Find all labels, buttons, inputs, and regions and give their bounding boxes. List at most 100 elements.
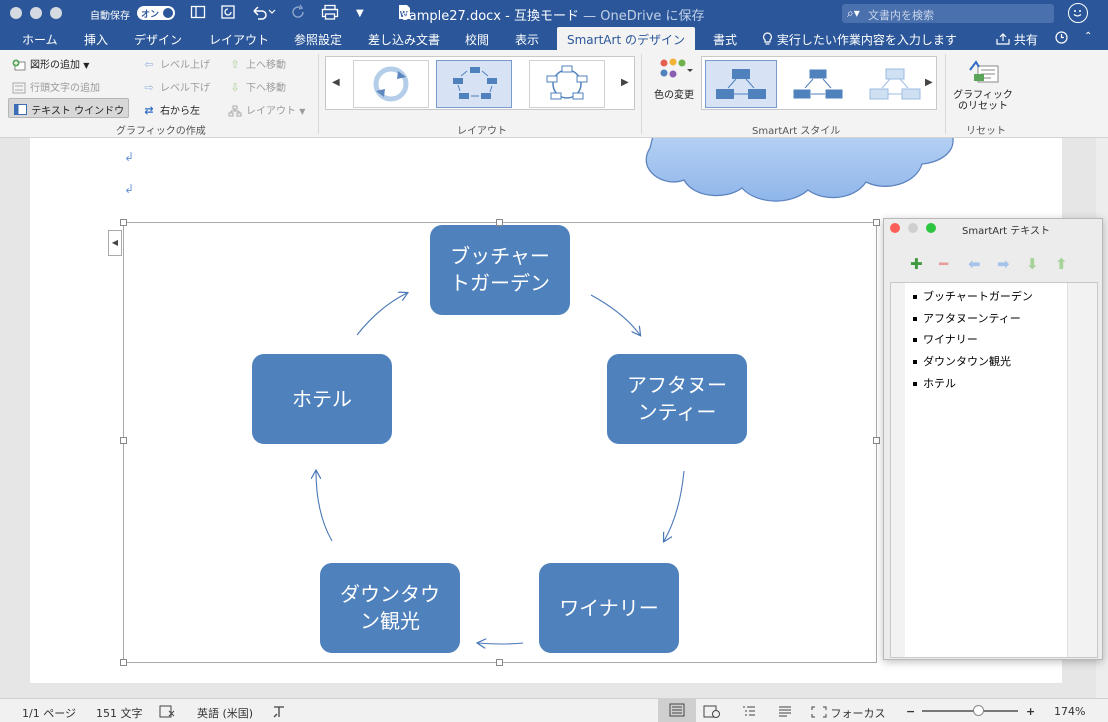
smartart-node-5[interactable]: ホテル <box>252 354 392 444</box>
language[interactable]: 英語 (米国) <box>197 705 253 721</box>
zoom-level[interactable]: 174% <box>1054 705 1085 718</box>
zoom-slider-handle[interactable] <box>973 705 984 716</box>
tell-me-search[interactable]: 実行したい作業内容を入力します <box>762 31 957 48</box>
print-layout-view-selected[interactable] <box>658 699 696 722</box>
smartart-node-3[interactable]: ワイナリー <box>539 563 679 653</box>
resize-handle[interactable] <box>496 659 503 666</box>
tab-layout[interactable]: レイアウト <box>209 31 269 48</box>
list-item[interactable]: ワイナリー <box>913 331 978 347</box>
list-item[interactable]: ブッチャートガーデン <box>913 288 1033 304</box>
style-thumbnail-simple[interactable] <box>705 60 777 108</box>
arrow-right-icon: ⇨ <box>144 81 154 94</box>
style-gallery-next-icon[interactable]: ▶ <box>925 77 933 88</box>
text-pane-button[interactable]: テキスト ウインドウ <box>8 98 129 118</box>
focus-mode-button[interactable]: フォーカス <box>811 705 886 721</box>
resize-handle[interactable] <box>873 219 880 226</box>
tab-home[interactable]: ホーム <box>22 31 58 48</box>
change-colors-button[interactable]: 色の変更 <box>651 56 697 101</box>
layout-thumbnail-basic-cycle[interactable] <box>436 60 512 108</box>
toggle-knob <box>163 8 173 18</box>
proofing-icon[interactable] <box>159 705 175 721</box>
node-text-line: ン観光 <box>360 609 420 633</box>
move-up-button[interactable]: ⇧ 上へ移動 <box>228 56 286 72</box>
demote-icon[interactable]: ➡ <box>997 255 1026 273</box>
word-count[interactable]: 151 文字 <box>96 705 143 721</box>
smartart-node-4[interactable]: ダウンタウ ン観光 <box>320 563 460 653</box>
tab-references[interactable]: 参照設定 <box>294 31 342 48</box>
zoom-in-icon[interactable]: + <box>1026 705 1035 718</box>
track-changes-icon[interactable] <box>272 705 288 721</box>
dropdown-arrow-icon: ▼ <box>83 61 90 70</box>
style-thumbnail-white-outline[interactable] <box>782 60 854 108</box>
share-button[interactable]: 共有 <box>996 31 1038 48</box>
style-thumbnail-subtle[interactable] <box>859 60 931 108</box>
zoom-out-icon[interactable]: − <box>906 705 915 718</box>
add-shape-button[interactable]: 図形の追加 ▼ <box>12 56 89 71</box>
web-layout-icon[interactable] <box>703 705 721 721</box>
resize-handle[interactable] <box>873 437 880 444</box>
ribbon-tabs: ホーム 挿入 デザイン レイアウト 参照設定 差し込み文書 校閲 表示 Smar… <box>0 27 1108 50</box>
resize-handle[interactable] <box>120 437 127 444</box>
text-pane-list[interactable]: ブッチャートガーデン アフタヌーンティー ワイナリー ダウンタウン観光 ホテル <box>890 282 1098 658</box>
redo-icon[interactable] <box>292 4 306 24</box>
close-window-button[interactable] <box>10 7 22 19</box>
move-up-icon[interactable]: ⬆ <box>1055 255 1084 273</box>
layout-button[interactable]: レイアウト ▼ <box>228 102 305 117</box>
gallery-next-icon[interactable]: ▶ <box>621 77 629 88</box>
smartart-node-2[interactable]: アフタヌー ンティー <box>607 354 747 444</box>
list-item[interactable]: ダウンタウン観光 <box>913 353 1011 369</box>
move-down-icon[interactable]: ⬇ <box>1026 255 1055 273</box>
sidebar-toggle-icon[interactable] <box>190 4 206 24</box>
reset-graphic-button[interactable]: グラフィック のリセット <box>952 56 1014 112</box>
feedback-smiley-icon[interactable] <box>1068 3 1088 23</box>
customize-toolbar-icon[interactable]: ▼ <box>356 5 364 23</box>
list-item[interactable]: アフタヌーンティー <box>913 310 1021 326</box>
autosave-toggle[interactable]: オン <box>137 6 175 20</box>
gallery-prev-icon[interactable]: ◀ <box>332 77 340 88</box>
search-icon: ⌕▾ <box>847 6 860 20</box>
move-down-button[interactable]: ⇩ 下へ移動 <box>228 79 286 95</box>
tell-me-label: 実行したい作業内容を入力します <box>776 33 957 47</box>
add-item-icon[interactable]: ✚ <box>910 255 939 273</box>
list-item[interactable]: ホテル <box>913 375 956 391</box>
print-icon[interactable] <box>321 4 339 24</box>
promote-button[interactable]: ⇦ レベル上げ <box>142 56 210 72</box>
layout-thumbnail-circle-cycle[interactable] <box>529 60 605 108</box>
move-down-label: 下へ移動 <box>246 83 286 94</box>
minimize-window-button[interactable] <box>30 7 42 19</box>
tab-format[interactable]: 書式 <box>713 31 737 48</box>
tab-review[interactable]: 校閲 <box>465 31 489 48</box>
tab-design[interactable]: デザイン <box>134 31 182 48</box>
tab-mailings[interactable]: 差し込み文書 <box>368 31 440 48</box>
smartart-graphic[interactable]: ブッチャー トガーデン アフタヌー ンティー ワイナリー ダウンタウン観光 ホテル <box>123 222 877 663</box>
node-text-line: ダウンタウ <box>340 582 440 606</box>
page-count[interactable]: 1/1 ページ <box>22 705 76 721</box>
text-pane-toggle-icon[interactable]: ◀ <box>108 230 122 256</box>
outline-view-icon[interactable] <box>741 705 757 721</box>
right-to-left-button[interactable]: ⇄ 右から左 <box>142 102 200 118</box>
tab-smartart-design[interactable]: SmartArt のデザイン <box>557 27 695 50</box>
remove-item-icon[interactable]: ━ <box>939 255 968 273</box>
draft-view-icon[interactable] <box>777 705 793 721</box>
tab-insert[interactable]: 挿入 <box>84 31 108 48</box>
save-icon[interactable] <box>220 4 238 24</box>
cloud-shape[interactable] <box>640 138 990 203</box>
layout-thumbnail-cycle-arrows[interactable] <box>353 60 429 108</box>
list-scrollbar[interactable] <box>1067 283 1097 657</box>
collapse-ribbon-icon[interactable]: ⌃ <box>1084 31 1092 42</box>
reset-graphic-icon <box>952 56 1014 90</box>
search-input[interactable]: ⌕▾ 文書内を検索 <box>842 4 1054 23</box>
add-bullet-button[interactable]: 行頭文字の追加 <box>12 79 100 94</box>
smartart-node-1[interactable]: ブッチャー トガーデン <box>430 225 570 315</box>
zoom-window-button[interactable] <box>50 7 62 19</box>
demote-button[interactable]: ⇨ レベル下げ <box>142 79 210 95</box>
history-icon[interactable] <box>1054 30 1069 48</box>
undo-icon[interactable] <box>250 4 276 24</box>
zoom-slider-track[interactable] <box>922 710 1018 712</box>
text-pane-toolbar: ✚ ━ ⬅ ➡ ⬇ ⬆ <box>910 255 1084 273</box>
resize-handle[interactable] <box>496 219 503 226</box>
resize-handle[interactable] <box>120 219 127 226</box>
resize-handle[interactable] <box>120 659 127 666</box>
promote-icon[interactable]: ⬅ <box>968 255 997 273</box>
tab-view[interactable]: 表示 <box>515 31 539 48</box>
